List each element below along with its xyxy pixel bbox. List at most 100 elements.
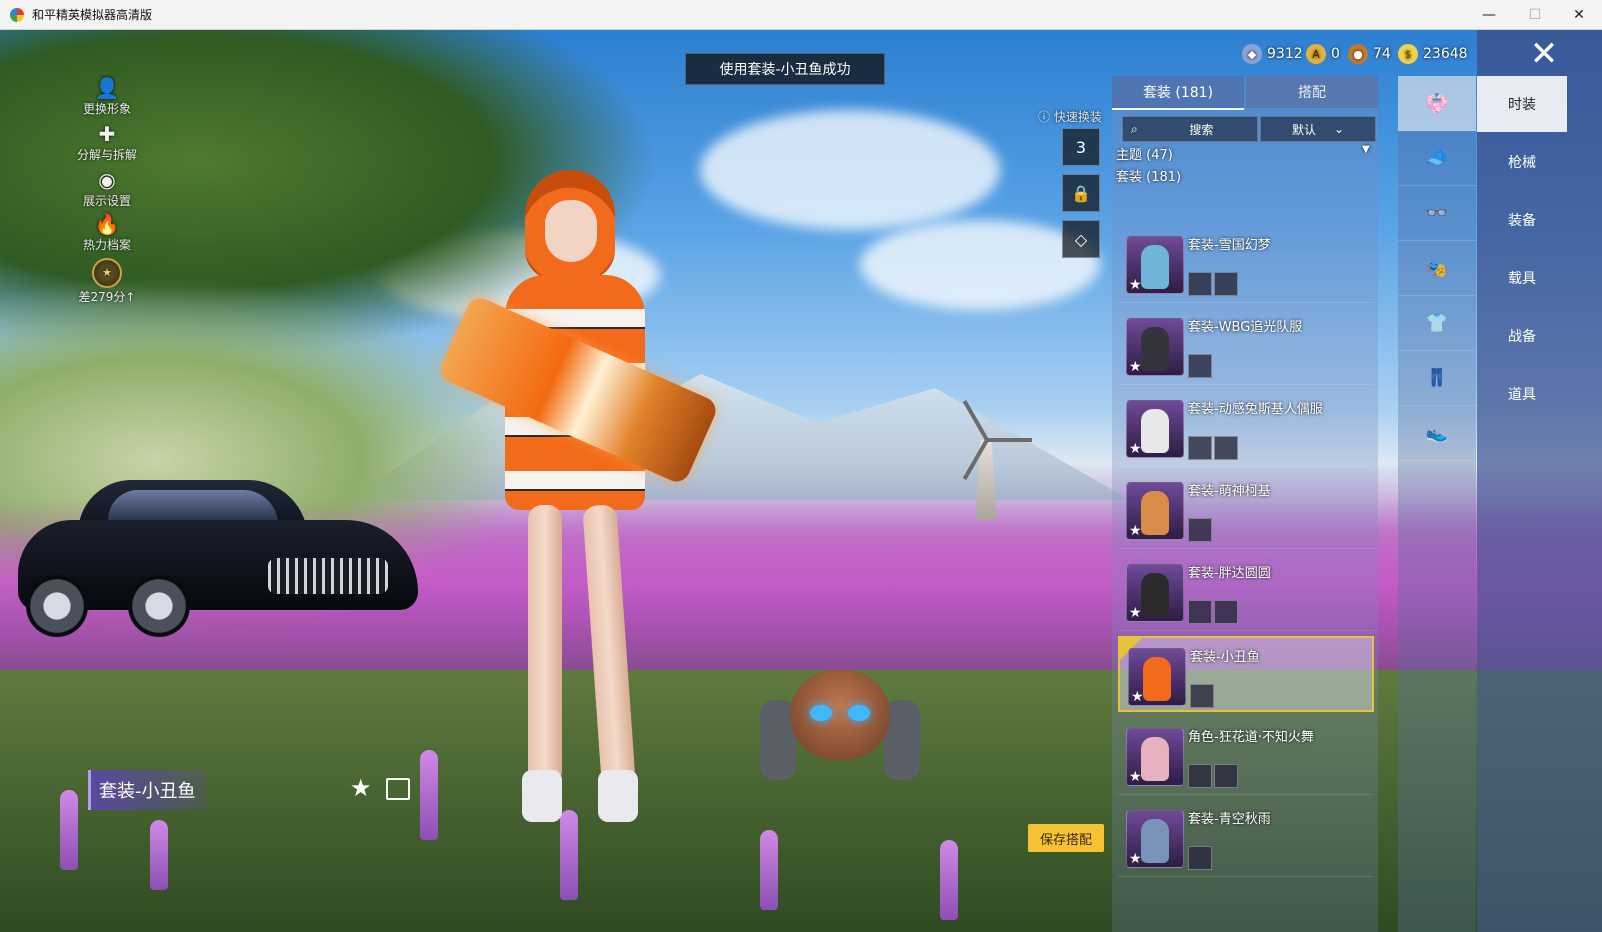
top-icon[interactable]: 👕 (1398, 296, 1476, 351)
star-icon: ★ (1129, 277, 1142, 293)
main-category-5[interactable]: 道具 (1477, 366, 1567, 422)
shoes-icon[interactable]: 👟 (1398, 406, 1476, 461)
search-placeholder: 搜索 (1189, 122, 1214, 137)
dropdown-triangle-icon: ▼ (1362, 144, 1370, 155)
window-title: 和平精英模拟器高清版 (32, 8, 153, 22)
currency-value: 0 (1331, 46, 1340, 62)
search-icon: ⌕ (1131, 121, 1138, 136)
search-input[interactable]: ⌕ 搜索 (1122, 116, 1258, 142)
outfit-name: 套装-动感兔斯基人偶服 (1188, 402, 1323, 417)
disassemble-button[interactable]: ✚ 分解与拆解 (72, 122, 142, 163)
sort-dropdown[interactable]: 默认 ⌄ (1260, 116, 1376, 142)
hanger-slot-button[interactable]: 3 (1062, 128, 1100, 166)
currency-uc[interactable]: ◆ 9312 (1242, 44, 1303, 64)
lupin-flower (940, 840, 958, 920)
main-category-4[interactable]: 战备 (1477, 308, 1567, 364)
star-icon[interactable]: ★ (350, 774, 372, 802)
save-outfit-button[interactable]: 保存搭配 (1028, 824, 1104, 852)
star-icon: ★ (1129, 605, 1142, 621)
outfit-part-icon (1188, 436, 1212, 460)
locked-slot-button[interactable]: 🔒 (1062, 174, 1100, 212)
star-icon: ★ (1129, 359, 1142, 375)
menu-label: 更换形象 (82, 102, 131, 116)
star-icon: ★ (1129, 441, 1142, 457)
cloud (700, 110, 1000, 230)
outfit-name: 角色-狂花道·不知火舞 (1188, 730, 1314, 745)
lupin-flower (420, 750, 438, 840)
black-sports-car (18, 480, 418, 637)
hanger-icon: 3 (1075, 137, 1087, 157)
currency-value: 74 (1373, 46, 1391, 62)
main-category-1[interactable]: 枪械 (1477, 134, 1567, 190)
currency-value: 23648 (1423, 46, 1468, 62)
lock-icon: 🔒 (1071, 183, 1091, 203)
display-settings-button[interactable]: ◉ 展示设置 (72, 168, 142, 209)
outfit-list-item[interactable]: ★ 套装-胖达圆圆 (1118, 554, 1374, 631)
category-outfit[interactable]: 套装 (181) (1116, 166, 1181, 185)
main-category-bar: 时装 枪械 装备 载具 战备 道具 (1477, 30, 1602, 932)
outfit-part-icon (1214, 272, 1238, 296)
eye-icon: ◉ (98, 168, 116, 192)
success-toast: 使用套装-小丑鱼成功 (685, 53, 885, 85)
flame-icon: 🔥 (94, 212, 120, 236)
maximize-button[interactable]: ☐ (1512, 0, 1558, 30)
main-category-2[interactable]: 装备 (1477, 192, 1567, 248)
hat-icon[interactable]: 🧢 (1398, 131, 1476, 186)
outfit-list-item[interactable]: ★ 角色-狂花道·不知火舞 (1118, 718, 1374, 795)
main-category-0[interactable]: 时装 (1477, 76, 1567, 132)
current-outfit-label: 套装-小丑鱼 (88, 770, 206, 810)
main-category-3[interactable]: 载具 (1477, 250, 1567, 306)
puzzle-icon: ✚ (98, 122, 116, 146)
uc-icon: ◆ (1242, 44, 1262, 64)
outfit-panel: 套装 (181) 搭配 ⌕ 搜索 默认 ⌄ 主题 (47) ▼ 套装 (181)… (1112, 76, 1378, 932)
star-icon: ★ (1129, 769, 1142, 785)
outfit-thumbnail: ★ (1128, 648, 1186, 706)
glasses-icon[interactable]: 👓 (1398, 186, 1476, 241)
tab-outfits[interactable]: 套装 (181) (1112, 76, 1244, 110)
outfit-list-item[interactable]: ★ 套装-动感兔斯基人偶服 (1118, 390, 1374, 467)
player-character[interactable] (470, 170, 680, 830)
rank-button[interactable]: ★ 差279分↑ (72, 258, 142, 305)
currency-coupon[interactable]: A 0 (1306, 44, 1340, 64)
diamond-slot-button[interactable]: ◇ (1062, 220, 1100, 258)
rank-badge-icon: ★ (92, 258, 122, 288)
mask-icon[interactable]: 🎭 (1398, 241, 1476, 296)
outfit-part-icon (1188, 518, 1212, 542)
window-close-button[interactable]: ✕ (1556, 0, 1602, 30)
currency-value: 9312 (1267, 46, 1303, 62)
outfit-list-item[interactable]: ★ 套装-WBG追光队服 (1118, 308, 1374, 385)
outfit-thumbnail: ★ (1126, 728, 1184, 786)
app-icon (10, 7, 24, 22)
currency-bronze[interactable]: ● 74 (1348, 44, 1391, 64)
quick-change-label[interactable]: ⓘ 快速换装 (1038, 108, 1102, 125)
outfit-part-icon (1188, 764, 1212, 788)
outfit-figure (1141, 573, 1169, 617)
currency-gold[interactable]: $ 23648 (1398, 44, 1468, 64)
menu-label: 分解与拆解 (76, 148, 137, 162)
outfit-name: 套装-胖达圆圆 (1188, 566, 1271, 581)
star-icon: ★ (1131, 689, 1144, 705)
lupin-flower (760, 830, 778, 910)
outfit-name: 套装-WBG追光队服 (1188, 320, 1303, 335)
outfit-list-item[interactable]: ★ 套装-萌神柯基 (1118, 472, 1374, 549)
outfit-name: 套装-雪国幻梦 (1188, 238, 1271, 253)
outfit-figure (1141, 491, 1169, 535)
close-icon[interactable]: ✕ (1520, 34, 1568, 74)
outfit-part-icon (1190, 684, 1214, 708)
share-icon[interactable] (386, 778, 410, 800)
minimize-button[interactable]: — (1466, 0, 1512, 30)
person-icon: 👤 (94, 76, 120, 100)
pants-icon[interactable]: 👖 (1398, 351, 1476, 406)
outfit-list-item[interactable]: ★ 套装-青空秋雨 (1118, 800, 1374, 877)
change-appearance-button[interactable]: 👤 更换形象 (72, 76, 142, 117)
tab-match[interactable]: 搭配 (1246, 76, 1378, 108)
diamond-icon: ◇ (1074, 229, 1088, 249)
outfit-list-item[interactable]: ★ 套装-雪国幻梦 (1118, 226, 1374, 303)
outfit-thumbnail: ★ (1126, 318, 1184, 376)
outfit-icon[interactable]: 👘 (1398, 76, 1476, 131)
outfit-name: 套装-小丑鱼 (1190, 650, 1260, 665)
category-theme[interactable]: 主题 (47) ▼ (1116, 144, 1370, 163)
heat-profile-button[interactable]: 🔥 热力档案 (72, 212, 142, 253)
outfit-list-item[interactable]: ★ 套装-小丑鱼 (1118, 636, 1374, 712)
gold-coin-icon: $ (1398, 44, 1418, 64)
